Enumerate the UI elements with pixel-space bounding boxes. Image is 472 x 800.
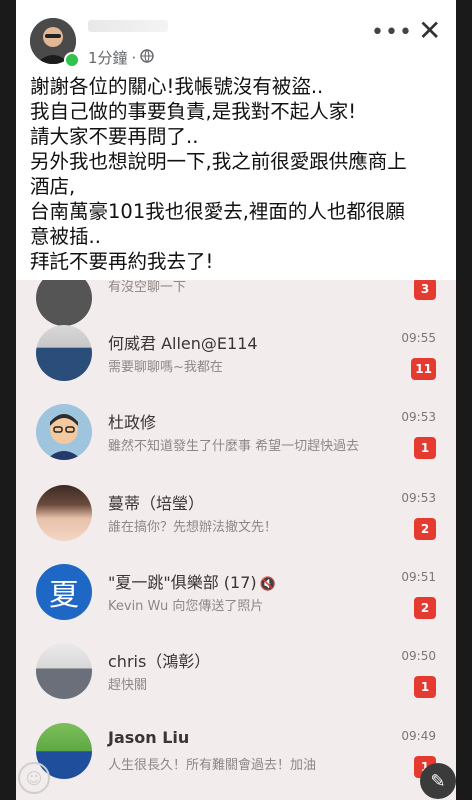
online-status-dot (64, 52, 80, 68)
unread-badge: 11 (411, 358, 436, 380)
more-dots-icon[interactable]: ••• (371, 20, 413, 45)
post-line: 另外我也想說明一下,我之前很愛跟供應商上 (30, 150, 407, 173)
chat-message: 雖然不知道發生了什麼事 希望一切趕快過去 (108, 439, 360, 454)
avatar (36, 643, 92, 699)
unread-badge: 2 (414, 518, 436, 540)
chat-time: 09:51 (401, 570, 436, 584)
chat-message: 誰在搞你？先想辦法撤文先！ (108, 520, 278, 535)
avatar (36, 325, 92, 381)
chat-title: chris（鴻彰） (108, 652, 211, 671)
facebook-post: 1分鐘 · ••• ✕ 謝謝各位的關心!我帳號沒有被盜.. 我自己做的事要負責,… (16, 0, 456, 280)
chat-title: 蔓蒂（培瑩） (108, 494, 205, 513)
globe-icon (140, 48, 155, 67)
chat-row[interactable]: 蔓蒂（培瑩） 誰在搞你？先想辦法撤文先！ 09:53 2 (16, 473, 456, 553)
post-line: 拜託不要再約我去了! (30, 250, 214, 273)
chat-time: 09:49 (401, 729, 436, 743)
chat-row[interactable]: 杜政修 雖然不知道發生了什麼事 希望一切趕快過去 09:53 1 (16, 392, 456, 472)
post-line: 我自己做的事要負責,是我對不起人家! (30, 100, 357, 123)
chat-message: 人生很長久！所有難關會過去！加油 (108, 758, 317, 773)
post-line: 意被插.. (30, 225, 101, 248)
chat-title: 何威君 Allen@E114 (108, 334, 258, 353)
unread-badge: 1 (414, 437, 436, 459)
author-name-redacted (88, 20, 168, 32)
post-line: 謝謝各位的關心!我帳號沒有被盜.. (30, 75, 324, 98)
chat-title-text: "夏一跳"俱樂部 (17) (108, 573, 257, 592)
unread-badge: 3 (414, 278, 436, 300)
chat-row[interactable]: 夏 "夏一跳"俱樂部 (17) 🔇 Kevin Wu 向您傳送了照片 09:51 … (16, 552, 456, 632)
avatar (36, 485, 92, 541)
post-time: 1分鐘 (88, 49, 128, 67)
chat-title: Jason Liu (108, 728, 190, 747)
chat-row[interactable]: Jason Liu 人生很長久！所有難關會過去！加油 09:49 1 (16, 711, 456, 791)
chat-message: 有沒空聊一下 (108, 280, 187, 295)
post-line: 請大家不要再問了.. (30, 125, 199, 148)
chat-message: Kevin Wu 向您傳送了照片 (108, 599, 264, 614)
close-icon[interactable]: ✕ (418, 14, 441, 47)
screenshot-card: 有沒空聊一下 3 何威君 Allen@E114 需要聊聊嗎~我都在 09:55 … (16, 0, 456, 800)
meta-separator: · (131, 48, 137, 67)
post-body: 謝謝各位的關心!我帳號沒有被盜.. 我自己做的事要負責,是我對不起人家! 請大家… (30, 74, 450, 274)
post-line: 酒店, (30, 175, 76, 198)
chat-message: 需要聊聊嗎~我都在 (108, 360, 223, 375)
unread-badge: 2 (414, 597, 436, 619)
unread-badge: 1 (414, 676, 436, 698)
chat-time: 09:50 (401, 649, 436, 663)
smile-icon[interactable]: ☺ (18, 762, 50, 794)
chat-row[interactable]: 何威君 Allen@E114 需要聊聊嗎~我都在 09:55 11 (16, 313, 456, 393)
chat-message: 趕快關 (108, 678, 148, 693)
chat-title: 杜政修 (108, 413, 157, 432)
pencil-icon[interactable]: ✎ (420, 763, 456, 799)
chat-row[interactable]: chris（鴻彰） 趕快關 09:50 1 (16, 631, 456, 711)
cartoon-avatar-icon (46, 414, 82, 460)
mute-icon: 🔇 (259, 577, 276, 592)
chat-time: 09:53 (401, 491, 436, 505)
avatar (36, 404, 92, 460)
chat-time: 09:53 (401, 410, 436, 424)
chat-title: "夏一跳"俱樂部 (17) 🔇 (108, 569, 276, 593)
post-line: 台南萬豪101我也很愛去,裡面的人也都很願 (30, 200, 405, 223)
group-avatar: 夏 (36, 564, 92, 620)
chat-time: 09:55 (401, 331, 436, 345)
post-meta: 1分鐘 · (88, 47, 155, 68)
